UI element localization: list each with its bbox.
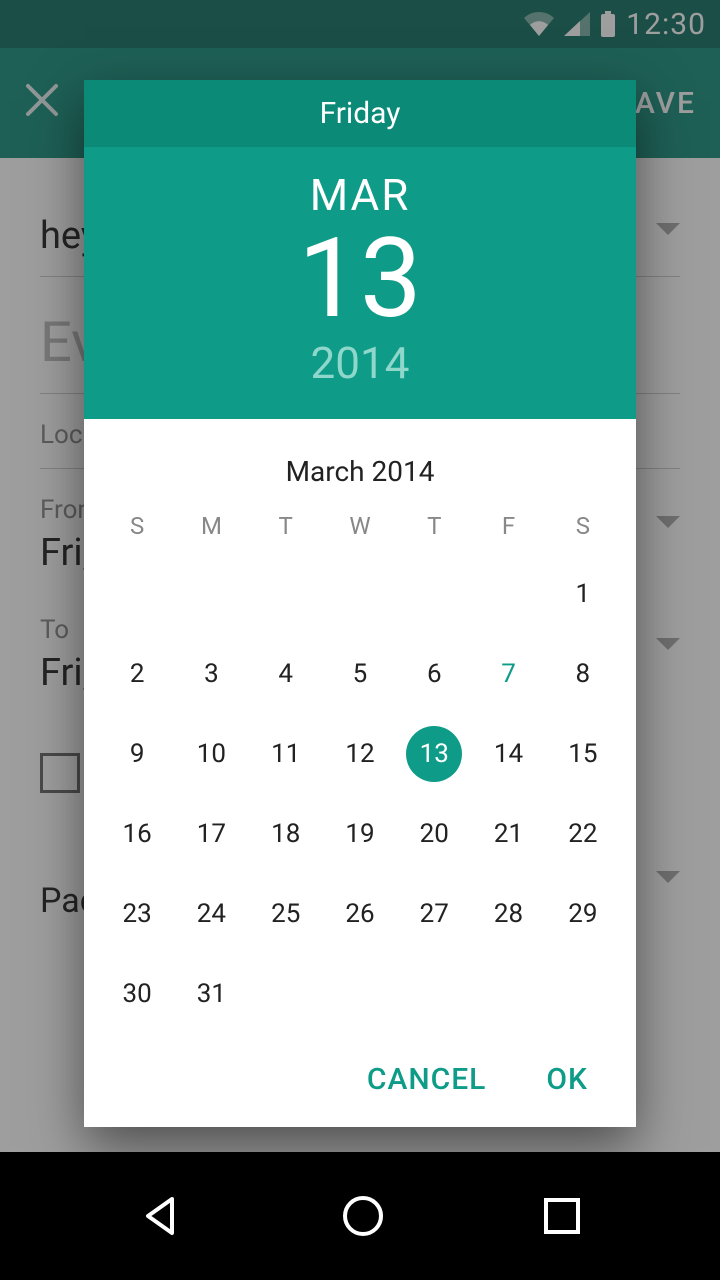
calendar-day[interactable]: 19 — [323, 794, 397, 874]
calendar-day[interactable]: 10 — [174, 714, 248, 794]
calendar-grid: March 2014 SMTWTFS 123456789101112131415… — [84, 419, 636, 1034]
calendar-day[interactable]: 2 — [100, 634, 174, 714]
calendar-day — [397, 954, 471, 1034]
calendar-day[interactable]: 11 — [249, 714, 323, 794]
calendar-dow: M — [174, 498, 248, 554]
date-picker-dialog: Friday MAR 13 2014 March 2014 SMTWTFS 12… — [84, 80, 636, 1127]
calendar-day[interactable]: 12 — [323, 714, 397, 794]
calendar-day — [546, 954, 620, 1034]
picker-day-big[interactable]: 13 — [84, 221, 636, 337]
calendar-day — [397, 554, 471, 634]
nav-bar — [0, 1152, 720, 1280]
calendar-day — [100, 554, 174, 634]
calendar-dow: S — [100, 498, 174, 554]
calendar-day — [471, 954, 545, 1034]
calendar-day[interactable]: 9 — [100, 714, 174, 794]
calendar-day[interactable]: 8 — [546, 634, 620, 714]
calendar-dow: T — [249, 498, 323, 554]
calendar-day[interactable]: 29 — [546, 874, 620, 954]
calendar-day — [471, 554, 545, 634]
calendar-day[interactable]: 31 — [174, 954, 248, 1034]
calendar-day[interactable]: 28 — [471, 874, 545, 954]
calendar-day[interactable]: 5 — [323, 634, 397, 714]
calendar-day[interactable]: 22 — [546, 794, 620, 874]
calendar-day[interactable]: 15 — [546, 714, 620, 794]
calendar-month-title: March 2014 — [100, 455, 620, 488]
calendar-dow: W — [323, 498, 397, 554]
calendar-day[interactable]: 13 — [397, 714, 471, 794]
calendar-day[interactable]: 7 — [471, 634, 545, 714]
calendar-day[interactable]: 27 — [397, 874, 471, 954]
calendar-dow: T — [397, 498, 471, 554]
dialog-actions: CANCEL OK — [84, 1034, 636, 1127]
recent-apps-icon[interactable] — [542, 1196, 582, 1236]
calendar-dow: F — [471, 498, 545, 554]
home-icon[interactable] — [340, 1193, 386, 1239]
calendar-day[interactable]: 21 — [471, 794, 545, 874]
calendar-day — [323, 954, 397, 1034]
calendar-day[interactable]: 3 — [174, 634, 248, 714]
calendar-dow: S — [546, 498, 620, 554]
calendar-day[interactable]: 20 — [397, 794, 471, 874]
back-icon[interactable] — [138, 1193, 184, 1239]
calendar-day — [249, 554, 323, 634]
calendar-day — [174, 554, 248, 634]
picker-weekday: Friday — [84, 80, 636, 147]
calendar-day[interactable]: 18 — [249, 794, 323, 874]
calendar-day[interactable]: 24 — [174, 874, 248, 954]
calendar-day — [249, 954, 323, 1034]
calendar-day[interactable]: 16 — [100, 794, 174, 874]
calendar-day[interactable]: 1 — [546, 554, 620, 634]
calendar-day[interactable]: 23 — [100, 874, 174, 954]
picker-year[interactable]: 2014 — [84, 337, 636, 389]
cancel-button[interactable]: CANCEL — [367, 1062, 487, 1097]
calendar-day[interactable]: 14 — [471, 714, 545, 794]
calendar-day[interactable]: 26 — [323, 874, 397, 954]
picker-header: MAR 13 2014 — [84, 147, 636, 419]
calendar-day[interactable]: 25 — [249, 874, 323, 954]
calendar-day[interactable]: 30 — [100, 954, 174, 1034]
ok-button[interactable]: OK — [546, 1062, 588, 1097]
calendar-day[interactable]: 6 — [397, 634, 471, 714]
calendar-day[interactable]: 17 — [174, 794, 248, 874]
calendar-day — [323, 554, 397, 634]
calendar-day[interactable]: 4 — [249, 634, 323, 714]
